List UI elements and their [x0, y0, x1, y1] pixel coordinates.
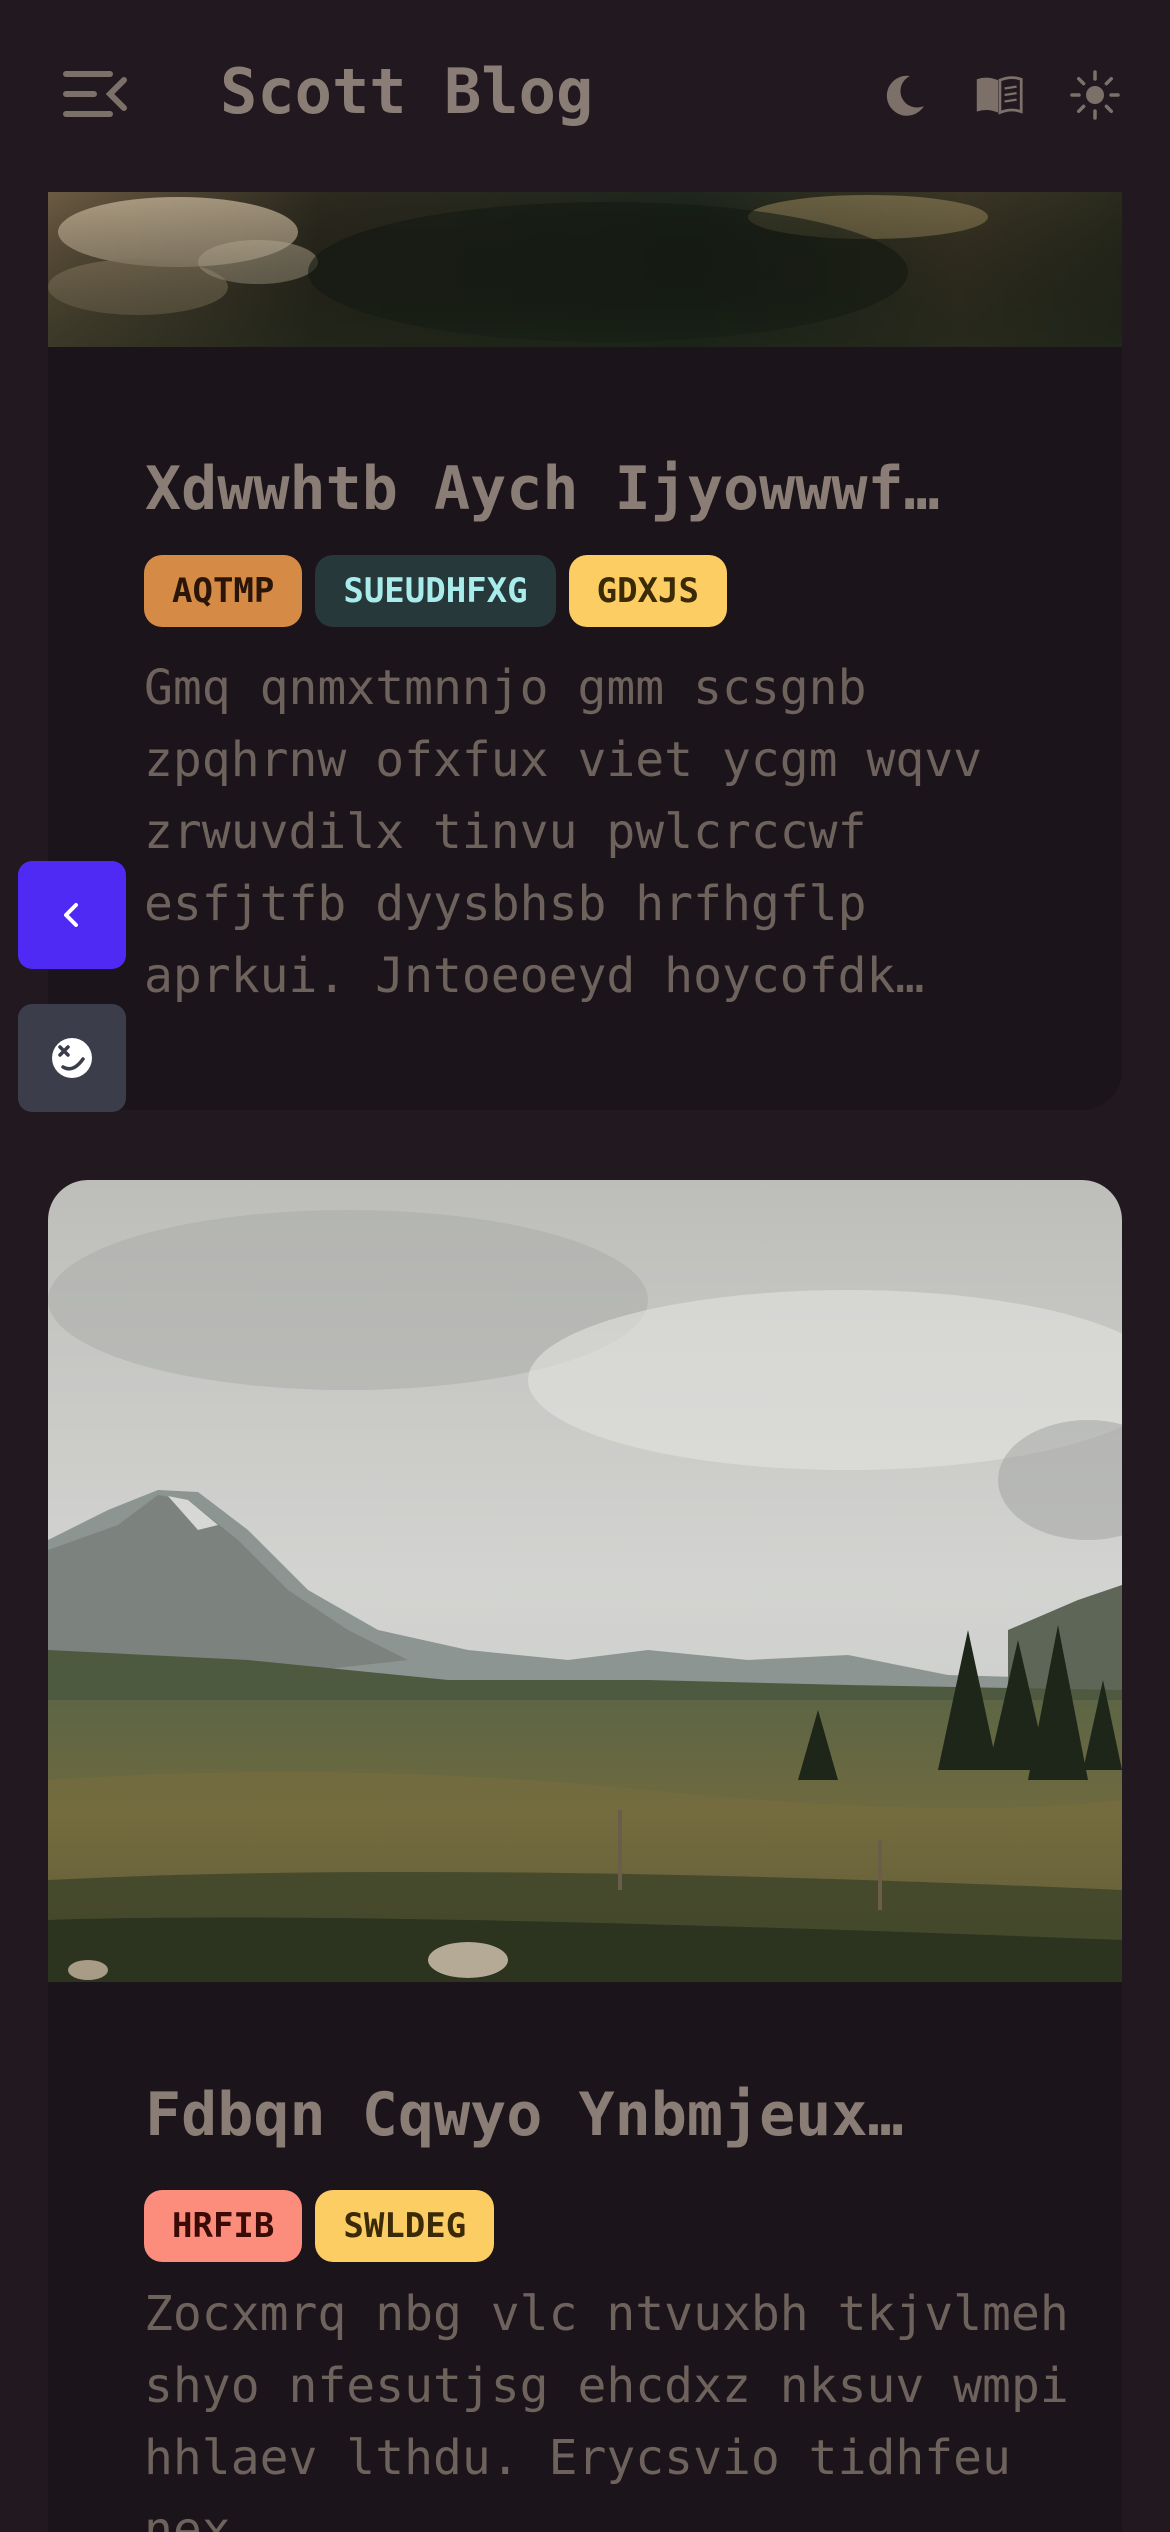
tag-list: HRFIB SWLDEG	[144, 2190, 495, 2262]
tag-badge[interactable]: AQTMP	[144, 555, 303, 627]
post-cover-image[interactable]	[48, 1180, 1122, 1982]
post-excerpt: Zocxmrq nbg vlc ntvuxbh tkjvlmeh shyo nf…	[144, 2286, 1069, 2532]
emoji-toggle-button[interactable]	[18, 1004, 126, 1112]
top-bar: Scott Blog	[0, 0, 1170, 192]
tag-badge[interactable]: SUEUDHFXG	[315, 555, 556, 627]
book-icon[interactable]	[974, 70, 1024, 120]
sun-icon[interactable]	[1070, 70, 1120, 120]
post-card[interactable]: Fdbqn Cqwyo Ynbmjeux… HRFIB SWLDEG Zocxm…	[48, 1180, 1122, 2532]
post-cover-image[interactable]	[48, 192, 1122, 347]
tag-badge[interactable]: GDXJS	[568, 555, 727, 627]
tag-badge[interactable]: HRFIB	[144, 2190, 303, 2262]
emoji-icon	[52, 1038, 92, 1078]
site-title[interactable]: Scott Blog	[220, 55, 593, 128]
post-excerpt: Gmq qnmxtmnnjo gmm scsgnb zpqhrnw ofxfux…	[144, 660, 983, 1004]
tag-badge[interactable]: SWLDEG	[315, 2190, 495, 2262]
post-title[interactable]: Xdwwhtb Aych Ijyowwwf…	[145, 454, 940, 524]
post-card[interactable]: Xdwwhtb Aych Ijyowwwf… AQTMP SUEUDHFXG G…	[48, 192, 1122, 1110]
moon-icon[interactable]	[880, 70, 930, 120]
post-title[interactable]: Fdbqn Cqwyo Ynbmjeux…	[145, 2080, 904, 2150]
menu-collapse-icon[interactable]	[62, 68, 128, 120]
chevron-left-icon	[64, 903, 78, 927]
collapse-sidebar-button[interactable]	[18, 861, 126, 969]
tag-list: AQTMP SUEUDHFXG GDXJS	[144, 555, 727, 627]
